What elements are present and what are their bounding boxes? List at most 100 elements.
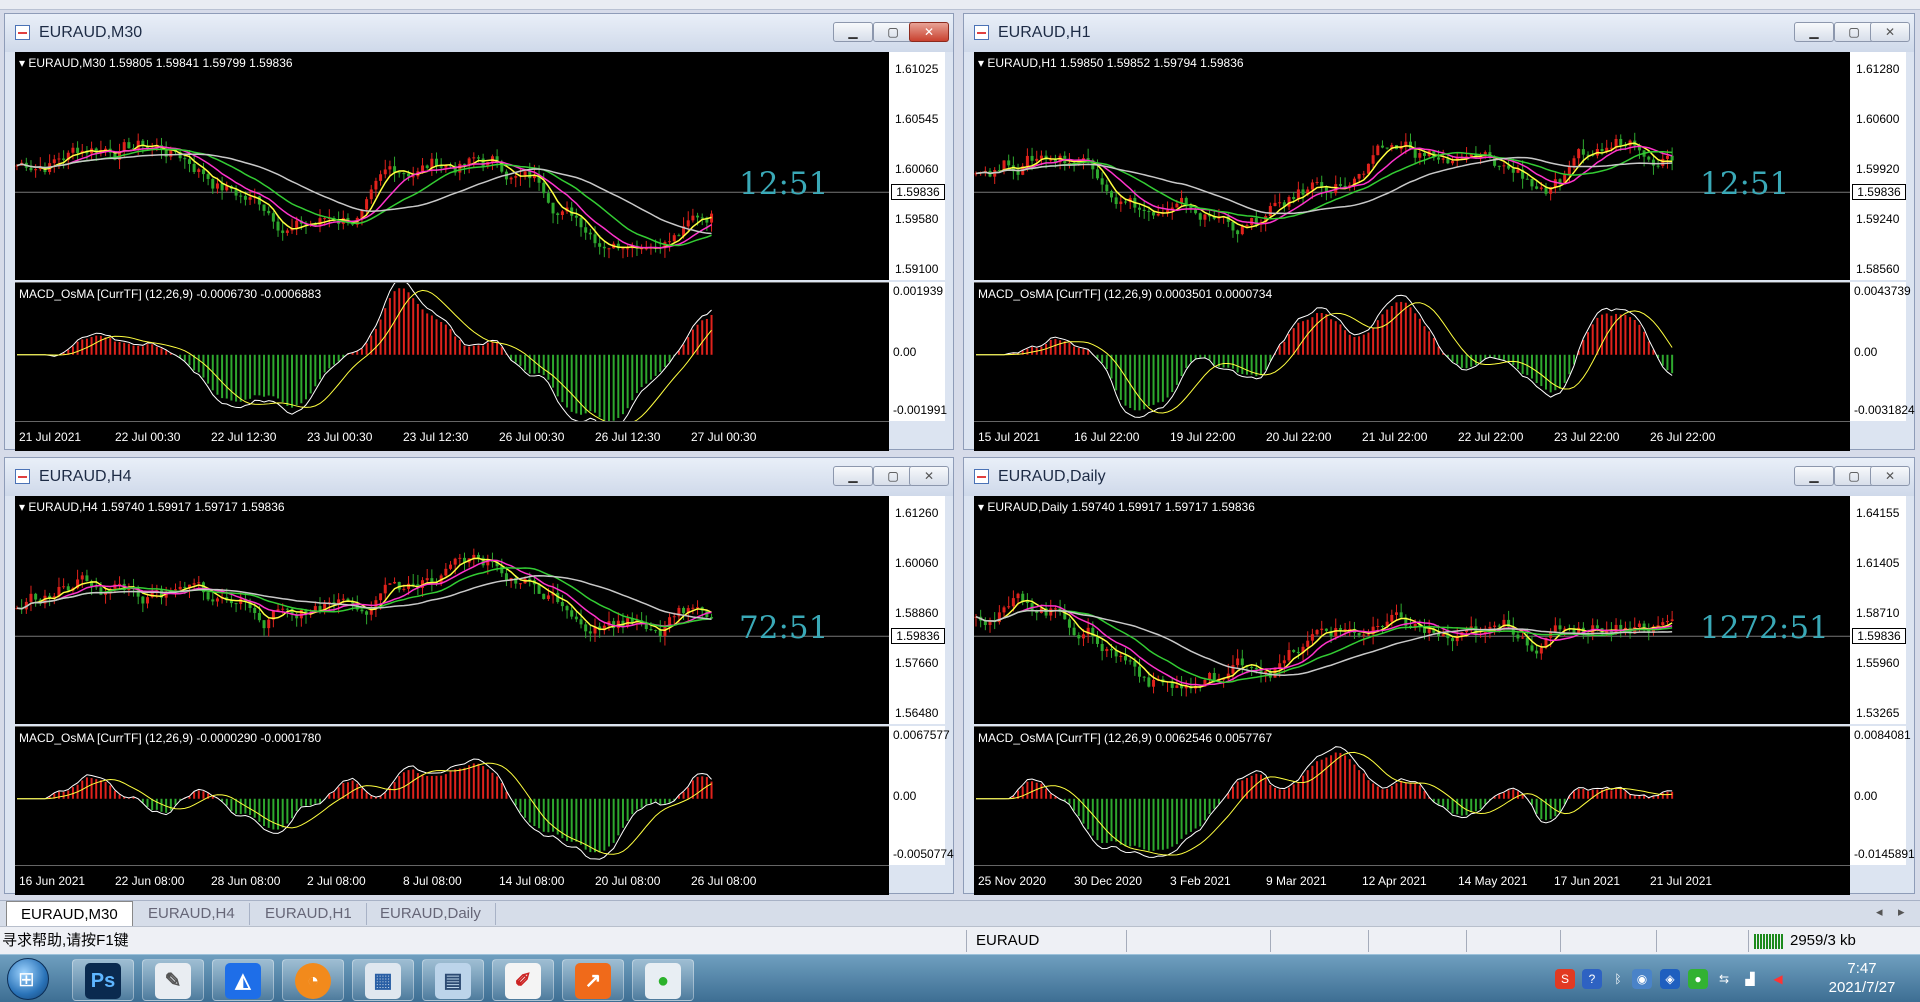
chart-window-h1[interactable]: EURAUD,H1 ▁ ▢ ✕ ▾ EURAUD,H1 1.59850 1.59… bbox=[963, 13, 1915, 451]
chart-window-icon bbox=[15, 25, 30, 40]
chart-app-icon[interactable]: ↗ bbox=[562, 959, 624, 1001]
time-axis-label: 22 Jul 12:30 bbox=[211, 430, 277, 444]
indicator-axis[interactable]: 0.0043739 0.00 -0.0031824 bbox=[1850, 282, 1915, 421]
window-titlebar[interactable]: EURAUD,H1 ▁ ▢ ✕ bbox=[964, 14, 1914, 52]
tab-scroll-left-icon[interactable]: ◂ bbox=[1876, 904, 1883, 920]
macd-histogram-svg bbox=[17, 758, 713, 860]
price-chart-h1[interactable]: ▾ EURAUD,H1 1.59850 1.59852 1.59794 1.59… bbox=[974, 52, 1850, 280]
macd-osma-panel-h4[interactable]: MACD_OsMA [CurrTF] (12,26,9) -0.0000290 … bbox=[15, 726, 889, 865]
close-button[interactable]: ✕ bbox=[1870, 22, 1910, 42]
close-button[interactable]: ✕ bbox=[1870, 466, 1910, 486]
shield-icon[interactable]: ◈ bbox=[1660, 969, 1680, 989]
window-title: EURAUD,Daily bbox=[998, 468, 1106, 485]
chart-window-m30[interactable]: EURAUD,M30 ▁ ▢ ✕ ▾ EURAUD,M30 1.59805 1.… bbox=[4, 13, 954, 451]
taskbar-clock[interactable]: 7:47 2021/7/27 bbox=[1810, 959, 1914, 997]
paint-icon[interactable]: ✐ bbox=[492, 959, 554, 1001]
bluetooth-icon[interactable]: ᛒ bbox=[1608, 969, 1628, 989]
tab-scroll-right-icon[interactable]: ▸ bbox=[1898, 904, 1905, 920]
price-axis-label: 1.58860 bbox=[895, 606, 939, 620]
security-tray-icon[interactable]: ◉ bbox=[1632, 969, 1652, 989]
time-axis-label: 19 Jul 22:00 bbox=[1170, 430, 1236, 444]
time-axis[interactable]: 16 Jun 2021 22 Jun 08:00 28 Jun 08:00 2 Jul… bbox=[15, 865, 889, 895]
price-axis[interactable]: 1.61280 1.60600 1.59920 1.59240 1.58560 1.59… bbox=[1850, 52, 1906, 280]
network-icon[interactable]: ⇆ bbox=[1714, 969, 1734, 989]
feishu-icon[interactable]: ◭ bbox=[212, 959, 274, 1001]
bar-countdown-timer: 12:51 bbox=[1700, 166, 1790, 202]
price-axis-label: 1.61260 bbox=[895, 506, 939, 520]
maximize-button[interactable]: ▢ bbox=[1834, 466, 1874, 486]
indicator-axis[interactable]: 0.0067577 0.00 -0.0050774 bbox=[889, 726, 954, 865]
price-axis-label: 1.60060 bbox=[895, 162, 939, 176]
window-titlebar[interactable]: EURAUD,Daily ▁ ▢ ✕ bbox=[964, 458, 1914, 496]
price-axis-label: 1.59240 bbox=[1856, 212, 1900, 226]
minimize-button[interactable]: ▁ bbox=[833, 466, 873, 486]
tab-euraud-h1[interactable]: EURAUD,H1 bbox=[251, 903, 367, 925]
control-panel-icon[interactable]: ▦ bbox=[352, 959, 414, 1001]
indicator-axis-zero: 0.00 bbox=[1854, 345, 1878, 359]
price-chart-daily[interactable]: ▾ EURAUD,Daily 1.59740 1.59917 1.59717 1… bbox=[974, 496, 1850, 724]
maximize-button[interactable]: ▢ bbox=[1834, 22, 1874, 42]
chart-window-daily[interactable]: EURAUD,Daily ▁ ▢ ✕ ▾ EURAUD,Daily 1.5974… bbox=[963, 457, 1915, 895]
minimize-button[interactable]: ▁ bbox=[1794, 466, 1834, 486]
wechat-icon[interactable]: ● bbox=[632, 959, 694, 1001]
minimize-button[interactable]: ▁ bbox=[833, 22, 873, 42]
window-titlebar[interactable]: EURAUD,H4 ▁ ▢ ✕ bbox=[5, 458, 953, 496]
close-button[interactable]: ✕ bbox=[909, 22, 949, 42]
macd-osma-panel-h1[interactable]: MACD_OsMA [CurrTF] (12,26,9) 0.0003501 0… bbox=[974, 282, 1850, 421]
indicator-axis-min: -0.001991 bbox=[893, 403, 948, 417]
connection-status-icon[interactable] bbox=[1754, 934, 1784, 949]
notepad-icon[interactable]: ▤ bbox=[422, 959, 484, 1001]
pen-tool-icon[interactable]: ✎ bbox=[142, 959, 204, 1001]
time-axis-label: 12 Apr 2021 bbox=[1362, 874, 1427, 888]
time-axis-label: 20 Jul 22:00 bbox=[1266, 430, 1332, 444]
minimize-button[interactable]: ▁ bbox=[1794, 22, 1834, 42]
price-axis-label: 1.55960 bbox=[1856, 656, 1900, 670]
time-axis[interactable]: 25 Nov 2020 30 Dec 2020 3 Feb 2021 9 Mar 20… bbox=[974, 865, 1850, 895]
macd-osma-panel-m30[interactable]: MACD_OsMA [CurrTF] (12,26,9) -0.0006730 … bbox=[15, 282, 889, 421]
time-axis[interactable]: 21 Jul 2021 22 Jul 00:30 22 Jul 12:30 23 Ju… bbox=[15, 421, 889, 451]
photoshop-icon[interactable]: Ps bbox=[72, 959, 134, 1001]
price-axis-label: 1.61025 bbox=[895, 62, 939, 76]
price-axis[interactable]: 1.61025 1.60545 1.60060 1.59580 1.59100 1.59… bbox=[889, 52, 945, 280]
indicator-axis-max: 0.0043739 bbox=[1854, 284, 1911, 298]
current-price-tag: 1.59836 bbox=[1852, 184, 1906, 200]
price-axis-label: 1.60545 bbox=[895, 112, 939, 126]
price-chart-h4[interactable]: ▾ EURAUD,H4 1.59740 1.59917 1.59717 1.59… bbox=[15, 496, 889, 724]
close-button[interactable]: ✕ bbox=[909, 466, 949, 486]
price-chart-m30[interactable]: ▾ EURAUD,M30 1.59805 1.59841 1.59799 1.5… bbox=[15, 52, 889, 280]
bar-countdown-timer: 72:51 bbox=[739, 610, 829, 646]
maximize-button[interactable]: ▢ bbox=[873, 466, 913, 486]
chart-symbol-line: ▾ EURAUD,H1 1.59850 1.59852 1.59794 1.59… bbox=[978, 56, 1244, 70]
tab-euraud-h4[interactable]: EURAUD,H4 bbox=[134, 903, 250, 925]
tab-euraud-m30[interactable]: EURAUD,M30 bbox=[6, 901, 133, 927]
help-tray-icon[interactable]: ? bbox=[1582, 969, 1602, 989]
price-axis[interactable]: 1.64155 1.61405 1.58710 1.55960 1.53265 1.59… bbox=[1850, 496, 1906, 724]
browser-orange-icon[interactable]: ◔ bbox=[282, 959, 344, 1001]
price-axis-label: 1.59920 bbox=[1856, 162, 1900, 176]
tab-euraud-daily[interactable]: EURAUD,Daily bbox=[366, 903, 496, 925]
indicator-axis[interactable]: 0.0084081 0.00 -0.0145891 bbox=[1850, 726, 1915, 865]
indicator-axis-zero: 0.00 bbox=[1854, 789, 1878, 803]
time-axis[interactable]: 15 Jul 2021 16 Jul 22:00 19 Jul 22:00 20 Ju… bbox=[974, 421, 1850, 451]
time-axis-label: 9 Mar 2021 bbox=[1266, 874, 1327, 888]
sogou-ime-icon[interactable]: S bbox=[1555, 969, 1575, 989]
wechat-tray-icon[interactable]: ● bbox=[1688, 969, 1708, 989]
status-bar: 寻求帮助,请按F1键 EURAUD 2959/3 kb bbox=[0, 926, 1920, 954]
indicator-label: MACD_OsMA [CurrTF] (12,26,9) -0.0000290 … bbox=[19, 731, 322, 745]
indicator-axis-min: -0.0031824 bbox=[1854, 403, 1915, 417]
macd-osma-panel-daily[interactable]: MACD_OsMA [CurrTF] (12,26,9) 0.0062546 0… bbox=[974, 726, 1850, 865]
chart-window-h4[interactable]: EURAUD,H4 ▁ ▢ ✕ ▾ EURAUD,H4 1.59740 1.59… bbox=[4, 457, 954, 895]
time-axis-label: 15 Jul 2021 bbox=[978, 430, 1041, 444]
signal-icon[interactable]: ▟ bbox=[1740, 969, 1760, 989]
time-axis-label: 8 Jul 08:00 bbox=[403, 874, 462, 888]
clock-date: 2021/7/27 bbox=[1828, 979, 1896, 996]
price-axis-label: 1.58710 bbox=[1856, 606, 1900, 620]
volume-icon[interactable]: ◀ bbox=[1768, 969, 1788, 989]
price-axis[interactable]: 1.61260 1.60060 1.58860 1.57660 1.56480 1.59… bbox=[889, 496, 945, 724]
time-axis-label: 23 Jul 12:30 bbox=[403, 430, 469, 444]
clock-time: 7:47 bbox=[1847, 960, 1877, 977]
start-menu-icon[interactable]: ⊞ bbox=[7, 958, 49, 1000]
maximize-button[interactable]: ▢ bbox=[873, 22, 913, 42]
window-titlebar[interactable]: EURAUD,M30 ▁ ▢ ✕ bbox=[5, 14, 953, 52]
indicator-axis[interactable]: 0.001939 0.00 -0.001991 bbox=[889, 282, 948, 421]
